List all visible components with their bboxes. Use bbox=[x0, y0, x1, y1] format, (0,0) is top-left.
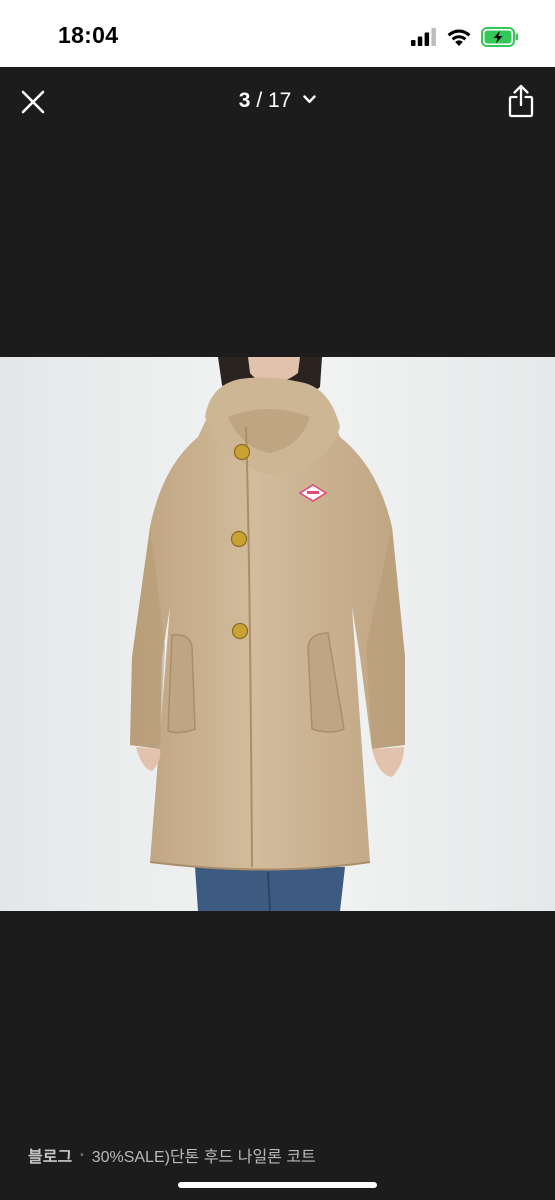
battery-charging-icon bbox=[481, 27, 518, 47]
home-indicator bbox=[178, 1182, 377, 1188]
counter-separator: / bbox=[250, 89, 268, 112]
status-bar: 18:04 bbox=[0, 0, 555, 67]
chevron-down-icon bbox=[303, 95, 316, 103]
post-title: 30%SALE)단톤 후드 나일론 코트 bbox=[91, 1149, 316, 1166]
post-caption[interactable]: 블로그 • 30%SALE)단톤 후드 나일론 코트 bbox=[28, 1143, 316, 1167]
cellular-signal-icon bbox=[411, 28, 436, 46]
status-time: 18:04 bbox=[58, 22, 119, 48]
viewer-top-bar: 3 / 17 bbox=[0, 67, 555, 139]
share-icon bbox=[508, 84, 534, 118]
total-image-count: 17 bbox=[268, 89, 292, 112]
image-counter-dropdown[interactable]: 3 / 17 bbox=[0, 89, 555, 113]
coat-illustration bbox=[0, 357, 555, 911]
caption-separator: • bbox=[80, 1149, 84, 1161]
product-photo[interactable] bbox=[0, 357, 555, 911]
status-icons bbox=[411, 26, 519, 48]
share-button[interactable] bbox=[507, 83, 535, 119]
wifi-icon bbox=[447, 29, 471, 46]
shop-name: 블로그 bbox=[28, 1149, 73, 1166]
current-image-number: 3 bbox=[238, 89, 251, 112]
